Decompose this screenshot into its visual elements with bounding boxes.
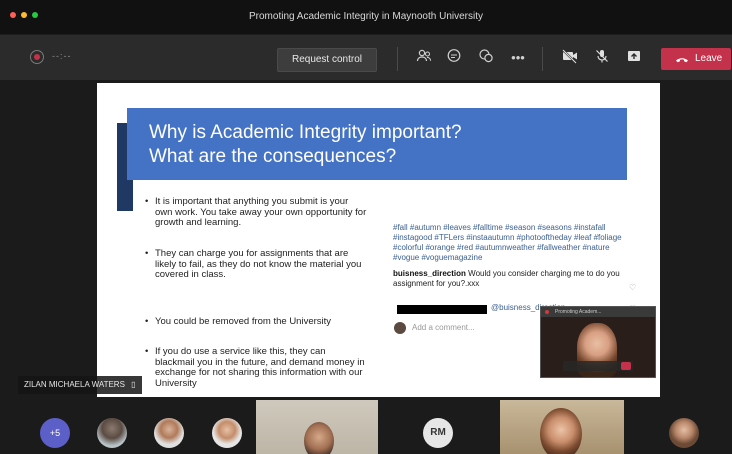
bullet-item: It is important that anything you submit…	[145, 196, 367, 229]
participant-avatar[interactable]	[97, 418, 127, 448]
redacted-username	[397, 305, 487, 314]
reactions-icon[interactable]	[476, 48, 496, 68]
presenter-name-label: ZILAN MICHAELA WATERS ▯	[18, 376, 142, 394]
request-control-button[interactable]: Request control	[277, 48, 377, 72]
toolbar-divider	[397, 47, 398, 71]
leave-label: Leave	[695, 53, 723, 64]
presenter-name: ZILAN MICHAELA WATERS	[24, 380, 125, 389]
participant-face	[540, 408, 582, 454]
participant-face	[304, 422, 334, 454]
share-tray-icon[interactable]	[624, 48, 644, 68]
like-heart-icon: ♡	[629, 283, 637, 292]
participant-video[interactable]	[500, 400, 624, 454]
bullet-item: They can charge you for assignments that…	[145, 248, 367, 281]
participant-initials-avatar[interactable]: RM	[423, 418, 453, 448]
participant-video[interactable]	[256, 400, 378, 454]
bullet-item: If you do use a service like this, they …	[145, 346, 367, 389]
pin-icon: ▯	[131, 380, 136, 389]
window-titlebar: Promoting Academic Integrity in Maynooth…	[0, 0, 732, 34]
mini-window-title-text: Promoting Academ...	[555, 309, 602, 315]
instagram-comment: buisness_direction Would you consider ch…	[393, 269, 635, 289]
mini-window-title: Promoting Academ...	[541, 307, 655, 317]
add-comment-field: Add a comment...	[394, 322, 544, 334]
slide-title-line2: What are the consequences?	[149, 146, 397, 167]
participant-avatar[interactable]	[669, 418, 699, 448]
mic-off-icon[interactable]	[592, 48, 612, 68]
leave-button[interactable]: Leave	[661, 48, 731, 70]
phone-hangup-icon	[675, 48, 689, 77]
participants-icon[interactable]	[414, 48, 434, 68]
meeting-timer: --:--	[52, 51, 72, 61]
more-participants-button[interactable]: +5	[40, 418, 70, 448]
participant-avatar[interactable]	[212, 418, 242, 448]
participant-avatar[interactable]	[154, 418, 184, 448]
recording-icon	[30, 50, 44, 64]
add-comment-placeholder: Add a comment...	[412, 323, 475, 332]
slide-title-line1: Why is Academic Integrity important?	[149, 122, 462, 143]
more-options-icon[interactable]: •••	[508, 48, 528, 68]
meeting-toolbar: --:-- Request control ••• Leave	[0, 34, 732, 81]
camera-off-icon[interactable]	[560, 48, 580, 68]
window-title: Promoting Academic Integrity in Maynooth…	[249, 11, 483, 22]
toolbar-divider	[542, 47, 543, 71]
mini-hangup-button[interactable]	[621, 362, 631, 370]
mini-recording-icon	[545, 310, 549, 314]
mini-meeting-window[interactable]: Promoting Academ...	[540, 306, 656, 378]
instagram-screenshot: #fall #autumn #leaves #falltime #season …	[393, 223, 635, 289]
slide-title: Why is Academic Integrity important? Wha…	[149, 121, 462, 169]
commenter-avatar	[394, 322, 406, 334]
instagram-hashtags: #fall #autumn #leaves #falltime #season …	[393, 223, 622, 262]
bullet-item: You could be removed from the University	[145, 316, 367, 328]
comment-username: buisness_direction	[393, 269, 466, 278]
chat-icon[interactable]	[444, 48, 464, 68]
